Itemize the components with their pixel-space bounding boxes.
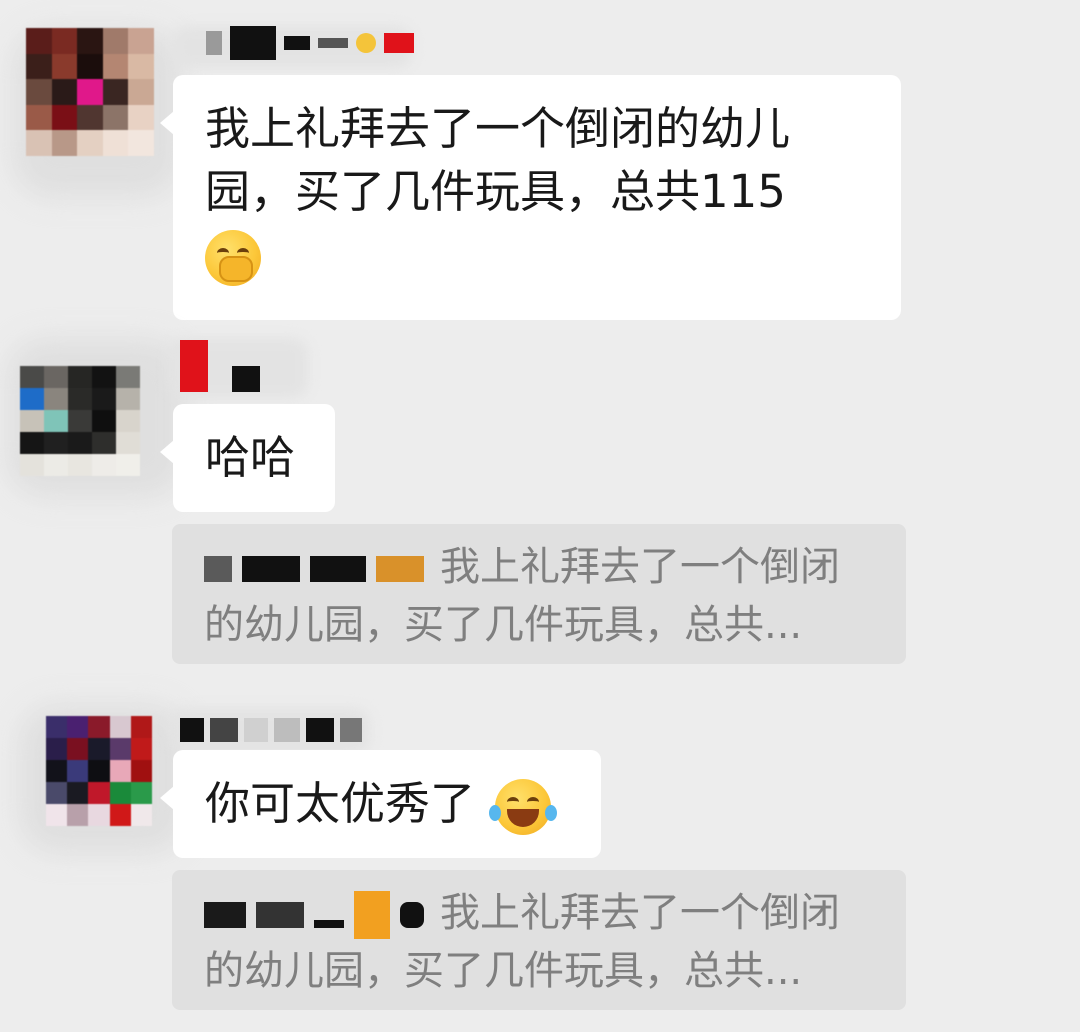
message-text: 你可太优秀了 — [205, 777, 476, 830]
message-text: 哈哈 — [205, 431, 296, 484]
message-text: 我上礼拜去了一个倒闭的幼儿园，买了几件玩具，总共115 — [205, 102, 791, 218]
sender-name-redacted — [206, 26, 414, 60]
message-bubble[interactable]: 你可太优秀了 — [160, 750, 601, 858]
quoted-sender-redacted — [204, 891, 424, 939]
sender-name-redacted — [180, 718, 362, 742]
shy-smile-emoji-icon — [205, 230, 261, 286]
tears-of-joy-emoji-icon — [489, 779, 558, 835]
quoted-message[interactable]: 我上礼拜去了一个倒闭的幼儿园，买了几件玩具，总共... — [172, 524, 906, 664]
message-bubble[interactable]: 我上礼拜去了一个倒闭的幼儿园，买了几件玩具，总共115 — [160, 75, 901, 320]
avatar[interactable] — [26, 28, 154, 156]
quoted-sender-redacted — [204, 556, 424, 582]
avatar[interactable] — [46, 716, 152, 826]
quoted-message[interactable]: 我上礼拜去了一个倒闭的幼儿园，买了几件玩具，总共... — [172, 870, 906, 1010]
sender-name-redacted — [180, 340, 260, 392]
avatar[interactable] — [20, 366, 140, 476]
message-bubble[interactable]: 哈哈 — [160, 404, 335, 512]
